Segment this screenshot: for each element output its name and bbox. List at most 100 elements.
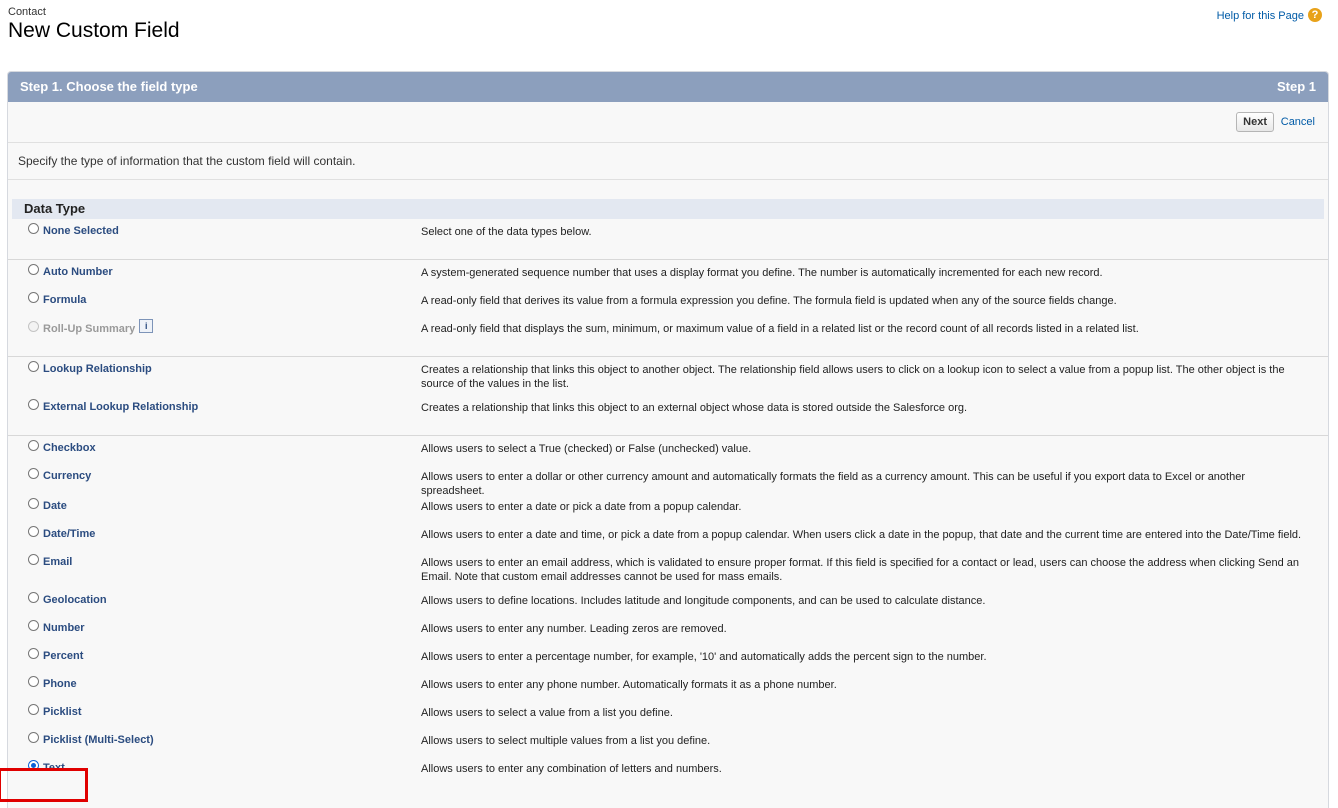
data-type-label: Lookup Relationship xyxy=(43,363,152,375)
data-type-group: Checkbox Allows users to select a True (c… xyxy=(8,436,1328,796)
data-type-description: A read-only field that derives its value… xyxy=(421,295,1117,307)
data-type-row[interactable]: Picklist Allows users to select a value f… xyxy=(8,703,1328,732)
info-icon[interactable]: i xyxy=(139,319,154,333)
data-type-row[interactable]: Checkbox Allows users to select a True (c… xyxy=(8,439,1328,468)
data-type-description: Allows users to enter any number. Leadin… xyxy=(421,623,727,635)
data-type-description: Allows users to enter a date or pick a d… xyxy=(421,501,742,513)
cancel-link[interactable]: Cancel xyxy=(1281,116,1315,128)
data-type-description: Creates a relationship that links this o… xyxy=(421,364,1285,390)
data-type-label: Roll-Up Summary xyxy=(43,323,136,335)
help-link[interactable]: Help for this Page xyxy=(1217,10,1304,22)
step-title: Step 1. Choose the field type xyxy=(20,79,198,94)
radio-button[interactable] xyxy=(28,263,39,275)
data-type-option[interactable]: Lookup Relationship xyxy=(28,360,152,375)
radio-button[interactable] xyxy=(28,398,39,410)
radio-button[interactable] xyxy=(28,731,39,743)
data-type-description: Allows users to enter an email address, … xyxy=(421,557,1300,583)
data-type-row[interactable]: Email Allows users to enter an email addr… xyxy=(8,553,1328,592)
data-type-option[interactable]: Checkbox xyxy=(28,439,96,454)
data-type-label: Formula xyxy=(43,294,87,306)
data-type-option[interactable]: Picklist (Multi-Select) xyxy=(28,731,154,746)
data-type-row[interactable]: Number Allows users to enter any number. … xyxy=(8,619,1328,648)
highlight-box xyxy=(0,768,88,802)
data-type-group: Auto Number A system-generated sequence n… xyxy=(8,260,1328,357)
data-type-row[interactable]: Phone Allows users to enter any phone num… xyxy=(8,675,1328,704)
data-type-row[interactable]: Date Allows users to enter a date or pick… xyxy=(8,497,1328,526)
step-panel: Step 1. Choose the field type Step 1 Nex… xyxy=(7,71,1329,808)
data-type-description: Creates a relationship that links this o… xyxy=(421,402,968,414)
data-type-row[interactable]: Geolocation Allows users to define locati… xyxy=(8,591,1328,620)
radio-button[interactable] xyxy=(28,360,39,372)
data-type-description: Select one of the data types below. xyxy=(421,226,592,238)
data-type-option[interactable]: Percent xyxy=(28,647,83,662)
data-type-label: None Selected xyxy=(43,225,119,237)
data-type-description: Allows users to enter a dollar or other … xyxy=(421,471,1245,497)
question-icon[interactable]: ? xyxy=(1308,8,1322,22)
data-type-description: Allows users to define locations. Includ… xyxy=(421,595,986,607)
radio-button[interactable] xyxy=(28,703,39,715)
data-type-description: Allows users to select a value from a li… xyxy=(421,707,673,719)
data-type-row[interactable]: External Lookup Relationship Creates a re… xyxy=(8,398,1328,427)
data-type-row[interactable]: Formula A read-only field that derives it… xyxy=(8,291,1328,320)
data-type-option[interactable]: Currency xyxy=(28,467,92,482)
radio-button xyxy=(28,320,39,332)
data-type-row[interactable]: Lookup Relationship Creates a relationshi… xyxy=(8,360,1328,399)
data-type-label: Number xyxy=(43,622,85,634)
data-type-label: Picklist (Multi-Select) xyxy=(43,734,154,746)
data-type-description: Allows users to enter a percentage numbe… xyxy=(421,651,987,663)
data-type-row[interactable]: Auto Number A system-generated sequence n… xyxy=(8,263,1328,292)
data-type-option[interactable]: Formula xyxy=(28,291,87,306)
page-title: New Custom Field xyxy=(8,19,180,42)
radio-button[interactable] xyxy=(28,497,39,509)
data-type-row[interactable]: Percent Allows users to enter a percentag… xyxy=(8,647,1328,676)
radio-button[interactable] xyxy=(28,647,39,659)
radio-button[interactable] xyxy=(28,291,39,303)
data-type-option[interactable]: Date xyxy=(28,497,67,512)
data-type-label: Auto Number xyxy=(43,266,113,278)
data-type-option[interactable]: Number xyxy=(28,619,85,634)
page-header: Contact New Custom Field xyxy=(8,6,180,43)
data-type-option[interactable]: Auto Number xyxy=(28,263,113,278)
data-type-label: Checkbox xyxy=(43,442,96,454)
object-label: Contact xyxy=(8,6,46,18)
data-type-option[interactable]: Geolocation xyxy=(28,591,107,606)
data-type-option[interactable]: Date/Time xyxy=(28,525,96,540)
radio-button[interactable] xyxy=(28,619,39,631)
data-type-option[interactable]: Email xyxy=(28,553,73,568)
data-type-description: A system-generated sequence number that … xyxy=(421,267,1103,279)
data-type-option[interactable]: Picklist xyxy=(28,703,82,718)
radio-button[interactable] xyxy=(28,525,39,537)
data-type-description: Allows users to enter any phone number. … xyxy=(421,679,837,691)
data-type-row[interactable]: Text Allows users to enter any combinatio… xyxy=(8,759,1328,788)
data-type-label: Email xyxy=(43,556,73,568)
data-type-label: Date/Time xyxy=(43,528,96,540)
section-header-data-type: Data Type xyxy=(12,199,1324,219)
step-description: Specify the type of information that the… xyxy=(8,143,1328,180)
data-type-label: Picklist xyxy=(43,706,82,718)
radio-button[interactable] xyxy=(28,675,39,687)
radio-button[interactable] xyxy=(28,591,39,603)
data-type-row[interactable]: None Selected Select one of the data type… xyxy=(8,222,1328,251)
data-type-row[interactable]: Date/Time Allows users to enter a date an… xyxy=(8,525,1328,554)
data-type-group: Lookup Relationship Creates a relationshi… xyxy=(8,357,1328,436)
next-button[interactable]: Next xyxy=(1236,112,1274,132)
data-type-label: Geolocation xyxy=(43,594,107,606)
data-type-option[interactable]: External Lookup Relationship xyxy=(28,398,198,413)
data-type-label: Date xyxy=(43,500,67,512)
radio-button[interactable] xyxy=(28,439,39,451)
data-type-description: Allows users to enter a date and time, o… xyxy=(421,529,1302,541)
data-type-row[interactable]: Roll-Up Summary i A read-only field that d… xyxy=(8,319,1328,348)
data-type-label: Currency xyxy=(43,470,92,482)
data-type-row[interactable]: Picklist (Multi-Select) Allows users to s… xyxy=(8,731,1328,760)
data-type-option[interactable]: Phone xyxy=(28,675,77,690)
radio-button[interactable] xyxy=(28,553,39,565)
radio-button[interactable] xyxy=(28,467,39,479)
data-type-option[interactable]: Roll-Up Summary i xyxy=(28,319,154,336)
step-bar: Step 1. Choose the field type Step 1 xyxy=(8,72,1328,102)
data-type-description: Allows users to select multiple values f… xyxy=(421,735,711,747)
data-type-option[interactable]: None Selected xyxy=(28,222,119,237)
data-type-row[interactable]: Currency Allows users to enter a dollar o… xyxy=(8,467,1328,498)
data-type-description: Allows users to select a True (checked) … xyxy=(421,443,752,455)
data-type-list: None Selected Select one of the data type… xyxy=(8,219,1328,796)
radio-button[interactable] xyxy=(28,222,39,234)
